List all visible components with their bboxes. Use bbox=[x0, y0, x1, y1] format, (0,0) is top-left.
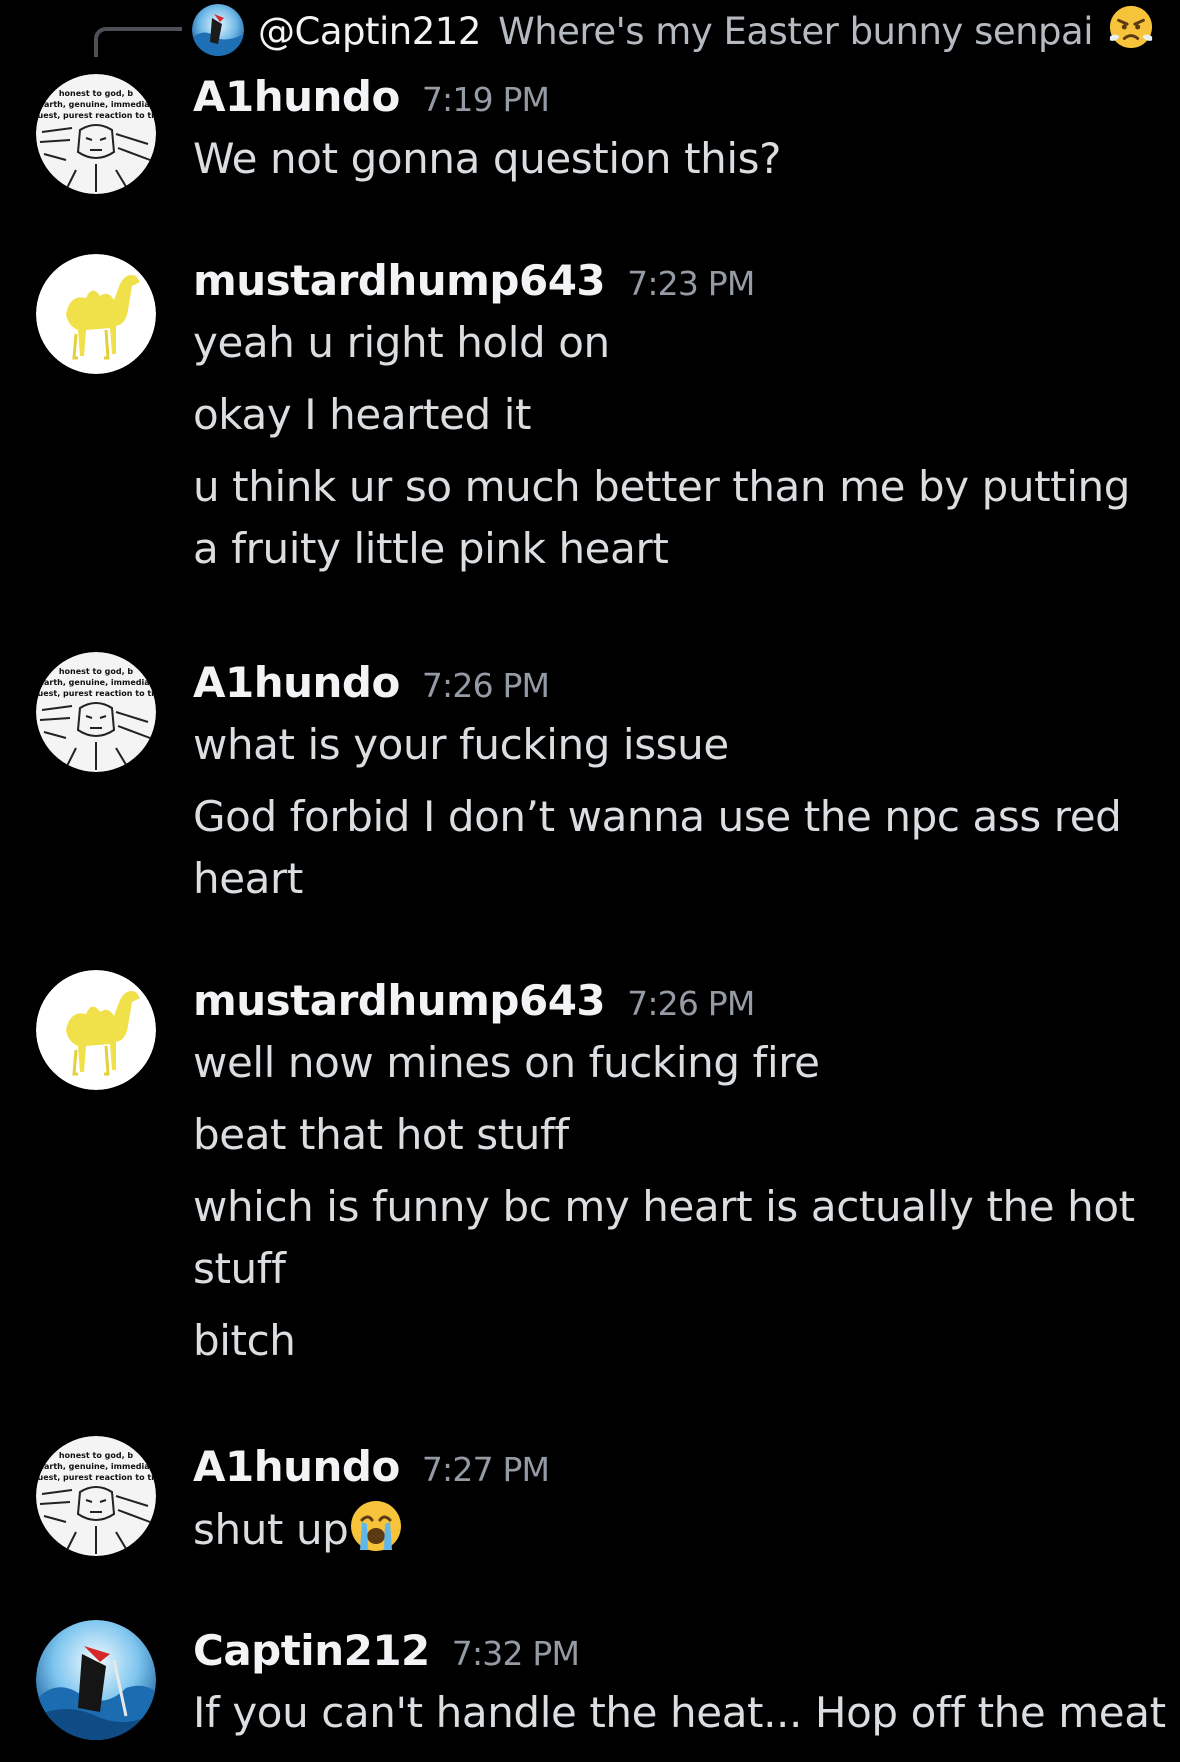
reply-spine bbox=[94, 27, 182, 57]
sketch-avatar-icon: honest to god, b earth, genuine, immedia… bbox=[36, 74, 156, 194]
message-text: God forbid I don’t wanna use the npc ass… bbox=[193, 792, 1122, 903]
message-text: u think ur so much better than me by put… bbox=[193, 462, 1130, 573]
reply-text[interactable]: @Captin212 Where's my Easter bunny senpa… bbox=[258, 4, 1154, 64]
timestamp: 7:26 PM bbox=[421, 666, 550, 705]
message-text: beat that hot stuff bbox=[193, 1110, 569, 1159]
reply-avatar[interactable] bbox=[192, 4, 244, 56]
author-name[interactable]: mustardhump643 bbox=[193, 256, 606, 305]
avatar[interactable] bbox=[36, 1620, 156, 1740]
wave-avatar-icon bbox=[192, 4, 244, 56]
svg-text:earth, genuine, immediat: earth, genuine, immediat bbox=[39, 1462, 154, 1471]
author-name[interactable]: A1hundo bbox=[193, 72, 400, 121]
camel-avatar-icon bbox=[36, 970, 156, 1090]
message-text: what is your fucking issue bbox=[193, 720, 729, 769]
message-body: A1hundo 7:27 PM shut up bbox=[193, 1436, 1168, 1571]
message-header: mustardhump643 7:23 PM bbox=[193, 250, 1168, 312]
sketch-avatar-icon: honest to god, b earth, genuine, immedia… bbox=[36, 1436, 156, 1556]
message-header: mustardhump643 7:26 PM bbox=[193, 970, 1168, 1032]
wave-avatar-icon bbox=[36, 1620, 156, 1740]
avatar[interactable] bbox=[36, 254, 156, 374]
timestamp: 7:19 PM bbox=[421, 80, 550, 119]
svg-text:honest to god, b: honest to god, b bbox=[59, 1451, 134, 1460]
message-body: A1hundo 7:19 PM We not gonna question thi… bbox=[193, 66, 1168, 190]
avatar[interactable] bbox=[36, 970, 156, 1090]
svg-text:honest to god, b: honest to god, b bbox=[59, 89, 134, 98]
svg-text:earth, genuine, immediat: earth, genuine, immediat bbox=[39, 678, 154, 687]
reply-author[interactable]: @Captin212 bbox=[258, 10, 481, 53]
message-text: well now mines on fucking fire bbox=[193, 1038, 820, 1087]
reply-preview[interactable]: @Captin212 Where's my Easter bunny senpa… bbox=[94, 0, 1174, 58]
svg-text:honest to god, b: honest to god, b bbox=[59, 667, 134, 676]
avatar[interactable]: honest to god, b earth, genuine, immedia… bbox=[36, 1436, 156, 1556]
svg-text:earth, genuine, immediat: earth, genuine, immediat bbox=[39, 100, 154, 109]
crying-face-emoji-icon bbox=[348, 1498, 404, 1571]
message-text: shut up bbox=[193, 1505, 349, 1554]
timestamp: 7:27 PM bbox=[421, 1450, 550, 1489]
author-name[interactable]: mustardhump643 bbox=[193, 976, 606, 1025]
camel-avatar-icon bbox=[36, 254, 156, 374]
timestamp: 7:26 PM bbox=[627, 984, 755, 1023]
message-header: A1hundo 7:27 PM bbox=[193, 1436, 1168, 1498]
message-body: mustardhump643 7:26 PM well now mines on … bbox=[193, 970, 1168, 1372]
timestamp: 7:32 PM bbox=[451, 1634, 580, 1673]
message-text: which is funny bc my heart is actually t… bbox=[193, 1182, 1135, 1293]
message-header: A1hundo 7:19 PM bbox=[193, 66, 1168, 128]
message-header: A1hundo 7:26 PM bbox=[193, 652, 1168, 714]
timestamp: 7:23 PM bbox=[627, 264, 755, 303]
message-header: Captin212 7:32 PM bbox=[193, 1620, 1168, 1682]
avatar[interactable]: honest to god, b earth, genuine, immedia… bbox=[36, 74, 156, 194]
svg-text:truest, purest reaction to tha: truest, purest reaction to tha bbox=[36, 111, 156, 120]
reply-content: Where's my Easter bunny senpai bbox=[498, 10, 1093, 53]
message-text: yeah u right hold on bbox=[193, 318, 610, 367]
avatar[interactable]: honest to god, b earth, genuine, immedia… bbox=[36, 652, 156, 772]
message-text: If you can't handle the heat... Hop off … bbox=[193, 1688, 1166, 1737]
message-body: mustardhump643 7:23 PM yeah u right hold … bbox=[193, 250, 1168, 580]
svg-text:truest, purest reaction to tha: truest, purest reaction to tha bbox=[36, 1473, 156, 1482]
message-body: Captin212 7:32 PM If you can't handle the… bbox=[193, 1620, 1168, 1744]
author-name[interactable]: A1hundo bbox=[193, 658, 400, 707]
message-text: bitch bbox=[193, 1316, 296, 1365]
chat-messages: @Captin212 Where's my Easter bunny senpa… bbox=[0, 0, 1180, 1762]
author-name[interactable]: Captin212 bbox=[193, 1626, 430, 1675]
angry-face-emoji-icon bbox=[1108, 4, 1154, 64]
message-text: We not gonna question this? bbox=[193, 134, 782, 183]
svg-text:truest, purest reaction to tha: truest, purest reaction to tha bbox=[36, 689, 156, 698]
message-text-row: shut up bbox=[193, 1498, 1168, 1571]
message-text: okay I hearted it bbox=[193, 390, 532, 439]
message-body: A1hundo 7:26 PM what is your fucking issu… bbox=[193, 652, 1168, 910]
sketch-avatar-icon: honest to god, b earth, genuine, immedia… bbox=[36, 652, 156, 772]
author-name[interactable]: A1hundo bbox=[193, 1442, 400, 1491]
